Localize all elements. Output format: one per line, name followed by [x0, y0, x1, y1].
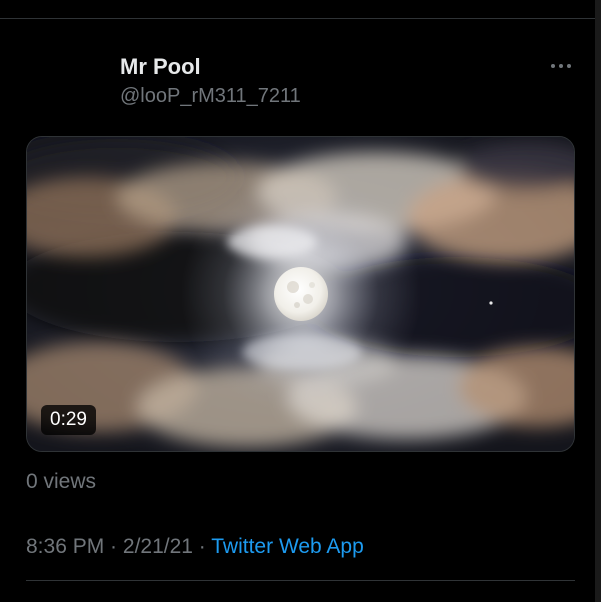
top-divider: [0, 18, 601, 19]
tweet-author[interactable]: Mr Pool @looP_rM311_7211: [120, 52, 301, 110]
more-horizontal-icon: [559, 64, 563, 68]
video-duration-badge: 0:29: [41, 405, 96, 435]
tweet-time[interactable]: 8:36 PM: [26, 535, 104, 558]
meta-separator: ·: [104, 535, 123, 558]
more-options-button[interactable]: [544, 56, 578, 76]
more-horizontal-icon: [567, 64, 571, 68]
screen-edge: [595, 0, 601, 602]
video-thumbnail: [27, 137, 574, 451]
author-handle[interactable]: @looP_rM311_7211: [120, 82, 301, 110]
tweet-date[interactable]: 2/21/21: [123, 535, 193, 558]
tweet-meta: 8:36 PM · 2/21/21 · Twitter Web App: [26, 532, 364, 562]
video-player[interactable]: 0:29: [26, 136, 575, 452]
tweet-source-link[interactable]: Twitter Web App: [211, 535, 364, 558]
view-count: 0 views: [26, 470, 97, 493]
meta-separator: ·: [192, 535, 212, 558]
bottom-divider: [26, 580, 575, 581]
author-display-name[interactable]: Mr Pool: [120, 52, 301, 82]
more-horizontal-icon: [551, 64, 555, 68]
